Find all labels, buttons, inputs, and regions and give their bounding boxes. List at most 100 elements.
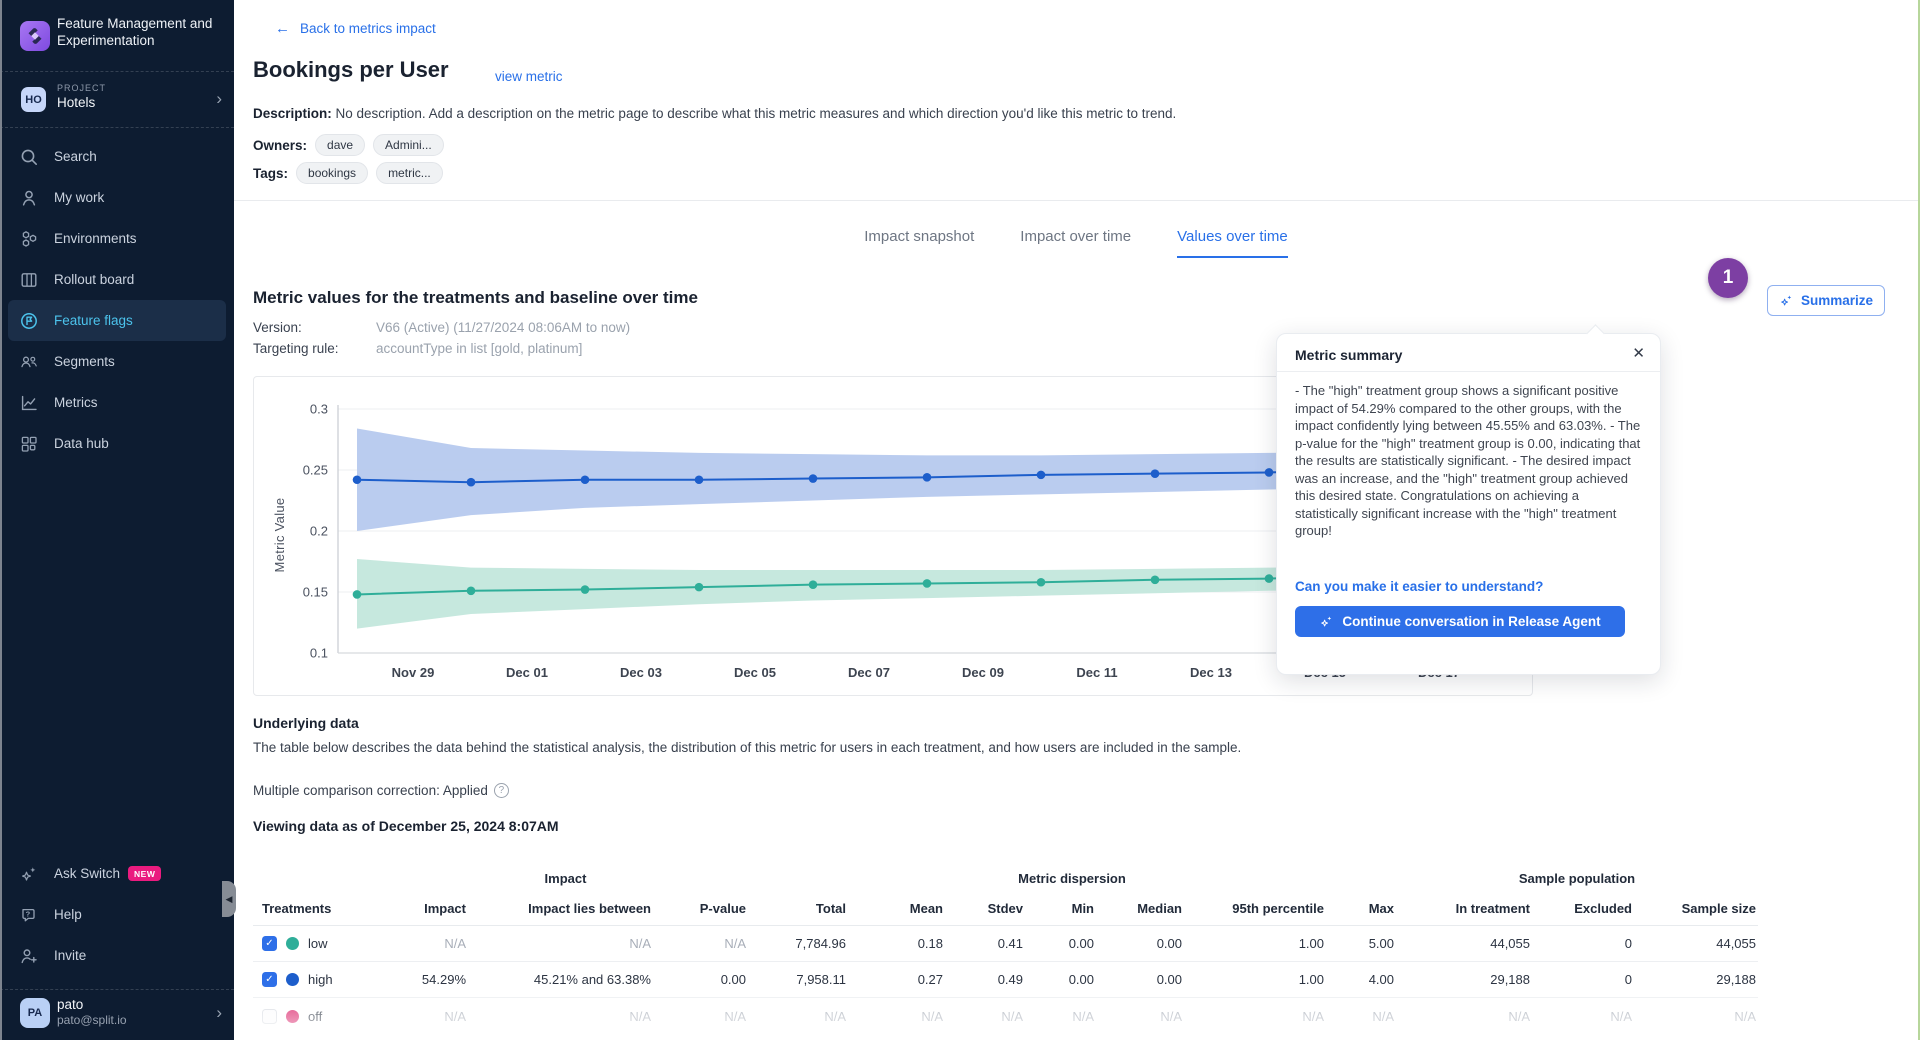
close-icon[interactable]: ✕ <box>1632 344 1645 362</box>
data-point-low[interactable] <box>809 580 818 589</box>
page-title: Bookings per User <box>253 57 449 83</box>
data-point-high[interactable] <box>1265 468 1274 477</box>
treatment-checkbox-off[interactable] <box>262 1009 277 1024</box>
sidebar-item-data-hub[interactable]: Data hub <box>0 423 234 464</box>
section-heading: Metric values for the treatments and bas… <box>253 288 698 308</box>
sidebar-item-label: Invite <box>54 948 86 963</box>
brand-title: Feature Management and Experimentation <box>57 15 215 49</box>
sidebar-item-label: Feature flags <box>54 313 133 328</box>
table-cell: 0 <box>1532 962 1634 998</box>
table-cell: 7,784.96 <box>748 926 848 962</box>
data-point-low[interactable] <box>1265 574 1274 583</box>
column-header: Median <box>1096 892 1184 926</box>
sidebar-collapse-handle[interactable]: ◀ <box>222 881 236 917</box>
sidebar-item-help[interactable]: ? Help <box>0 894 234 935</box>
data-point-low[interactable] <box>923 579 932 588</box>
table-cell: 29,188 <box>1634 962 1758 998</box>
board-columns-icon <box>19 270 39 290</box>
sidebar-item-feature-flags[interactable]: Feature flags <box>8 300 226 341</box>
tab-values-over-time[interactable]: Values over time <box>1177 228 1288 258</box>
owners-label: Owners: <box>253 138 307 153</box>
user-name: pato <box>57 997 83 1012</box>
data-point-high[interactable] <box>353 475 362 484</box>
sidebar-item-label: Environments <box>54 231 137 246</box>
sparkles-icon <box>19 864 39 884</box>
metric-summary-panel: Metric summary ✕ - The "high" treatment … <box>1276 333 1661 675</box>
table-cell: 0.00 <box>1096 962 1184 998</box>
data-point-high[interactable] <box>695 475 704 484</box>
easier-to-understand-link[interactable]: Can you make it easier to understand? <box>1295 579 1543 594</box>
table-cell: 0.00 <box>1096 926 1184 962</box>
sidebar-item-label: Ask Switch <box>54 866 120 881</box>
sidebar-item-search[interactable]: Search <box>0 136 234 177</box>
user-account-row[interactable]: PA pato pato@split.io › <box>0 989 234 1040</box>
table-cell: 1.00 <box>1184 926 1326 962</box>
data-point-low[interactable] <box>1037 578 1046 587</box>
x-tick-label: Nov 29 <box>392 665 435 680</box>
table-cell: N/A <box>383 998 468 1034</box>
table-cell: 0.27 <box>848 962 945 998</box>
sidebar-item-environments[interactable]: Environments <box>0 218 234 259</box>
tab-impact-snapshot[interactable]: Impact snapshot <box>864 228 974 258</box>
sidebar: Feature Management and Experimentation H… <box>0 0 234 1040</box>
back-link[interactable]: ←Back to metrics impact <box>275 20 436 37</box>
column-header: Treatments <box>253 892 383 926</box>
sidebar-item-ask-switch[interactable]: Ask Switch NEW <box>0 853 234 894</box>
data-point-high[interactable] <box>809 474 818 483</box>
continue-conversation-button[interactable]: Continue conversation in Release Agent <box>1295 606 1625 637</box>
data-point-low[interactable] <box>695 583 704 592</box>
y-tick-label: 0.3 <box>310 402 328 417</box>
table-cell: N/A <box>468 926 653 962</box>
treatment-cell: off <box>253 998 383 1034</box>
owner-chip[interactable]: Admini... <box>373 134 444 156</box>
table-cell: 4.00 <box>1326 962 1396 998</box>
description-label: Description: <box>253 106 332 121</box>
tag-chip[interactable]: metric... <box>376 162 443 184</box>
sidebar-item-label: My work <box>54 190 104 205</box>
treatment-checkbox-low[interactable]: ✓ <box>262 936 277 951</box>
data-point-high[interactable] <box>923 473 932 482</box>
y-tick-label: 0.25 <box>303 463 328 478</box>
chevron-right-icon: › <box>216 1004 222 1021</box>
table-cell: 0.00 <box>653 962 748 998</box>
sidebar-item-metrics[interactable]: Metrics <box>0 382 234 423</box>
x-tick-label: Dec 13 <box>1190 665 1232 680</box>
table-cell: N/A <box>383 926 468 962</box>
summary-text: - The "high" treatment group shows a sig… <box>1295 382 1645 540</box>
data-point-low[interactable] <box>581 585 590 594</box>
table-cell: N/A <box>653 926 748 962</box>
group-header-impact: Impact <box>383 866 748 892</box>
treatment-checkbox-high[interactable]: ✓ <box>262 972 277 987</box>
project-switcher[interactable]: HO PROJECT Hotels › <box>0 72 234 127</box>
treatment-cell: ✓low <box>253 926 383 962</box>
sidebar-item-segments[interactable]: Segments <box>0 341 234 382</box>
sidebar-item-rollout-board[interactable]: Rollout board <box>0 259 234 300</box>
tab-impact-over-time[interactable]: Impact over time <box>1020 228 1131 258</box>
column-header: Excluded <box>1532 892 1634 926</box>
view-metric-link[interactable]: view metric <box>495 69 563 84</box>
sidebar-item-my-work[interactable]: My work <box>0 177 234 218</box>
version-row: Version: V66 (Active) (11/27/2024 08:06A… <box>253 320 953 338</box>
data-point-low[interactable] <box>467 586 476 595</box>
info-icon[interactable]: ? <box>494 783 509 798</box>
panel-title: Metric summary <box>1295 347 1402 363</box>
tag-chip[interactable]: bookings <box>296 162 368 184</box>
avatar: PA <box>20 998 50 1028</box>
data-point-high[interactable] <box>581 475 590 484</box>
data-point-low[interactable] <box>1151 576 1160 585</box>
x-tick-label: Dec 01 <box>506 665 548 680</box>
data-point-high[interactable] <box>1037 471 1046 480</box>
data-point-high[interactable] <box>467 478 476 487</box>
treatment-color-dot <box>286 937 299 950</box>
data-point-high[interactable] <box>1151 469 1160 478</box>
sidebar-item-label: Data hub <box>54 436 109 451</box>
summarize-button[interactable]: Summarize <box>1767 285 1885 316</box>
column-header: 95th percentile <box>1184 892 1326 926</box>
treatment-cell: ✓high <box>253 962 383 998</box>
owner-chip[interactable]: dave <box>315 134 365 156</box>
x-tick-label: Dec 07 <box>848 665 890 680</box>
data-point-low[interactable] <box>353 590 362 599</box>
user-email: pato@split.io <box>57 1013 127 1027</box>
sidebar-item-invite[interactable]: Invite <box>0 935 234 976</box>
treatment-color-dot <box>286 973 299 986</box>
